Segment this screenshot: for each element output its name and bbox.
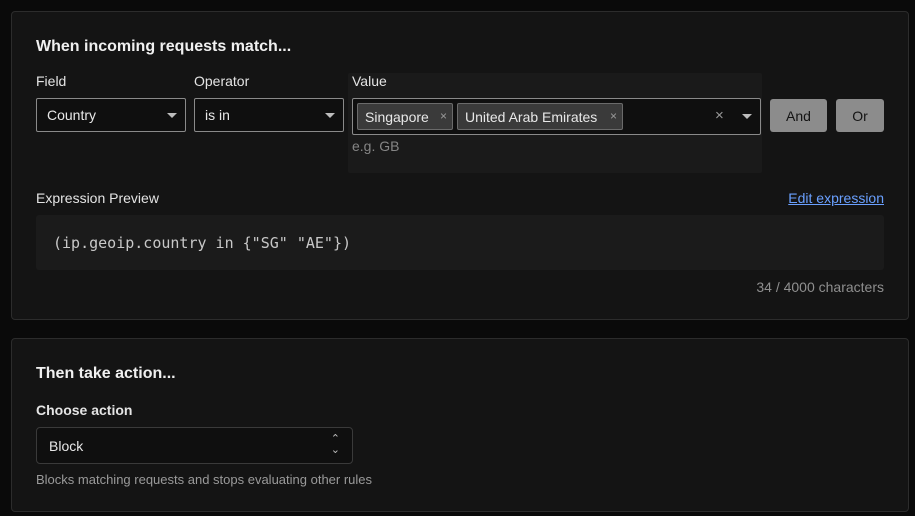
operator-select-value: is in (205, 107, 230, 123)
value-chip-label: United Arab Emirates (465, 108, 598, 125)
character-count: 34 / 4000 characters (756, 279, 884, 295)
field-label: Field (36, 73, 67, 89)
edit-expression-link[interactable]: Edit expression (788, 190, 884, 206)
or-button[interactable]: Or (836, 99, 884, 132)
value-placeholder-hint: e.g. GB (352, 138, 400, 154)
action-section: Then take action... Choose action Block … (11, 338, 909, 512)
chevron-down-icon (167, 113, 177, 118)
chip-remove-icon[interactable]: × (610, 109, 617, 123)
match-section: When incoming requests match... Field Op… (11, 11, 909, 320)
and-button[interactable]: And (770, 99, 827, 132)
expression-text: (ip.geoip.country in {"SG" "AE"}) (53, 233, 352, 252)
value-chip: United Arab Emirates × (457, 103, 623, 130)
choose-action-label: Choose action (36, 402, 133, 418)
action-select-value: Block (49, 437, 84, 454)
field-select-value: Country (47, 107, 97, 123)
match-heading: When incoming requests match... (36, 38, 292, 55)
action-heading: Then take action... (36, 365, 176, 382)
clear-icon[interactable]: × (715, 107, 724, 124)
value-chip-label: Singapore (365, 108, 429, 125)
operator-label: Operator (194, 73, 250, 89)
action-description: Blocks matching requests and stops evalu… (36, 472, 373, 487)
expression-preview-label: Expression Preview (36, 190, 159, 206)
chip-remove-icon[interactable]: × (440, 109, 447, 123)
value-multiselect[interactable]: Singapore × United Arab Emirates × × (352, 98, 761, 135)
chevron-up-down-icon: ⌃ ⌄ (330, 433, 340, 456)
action-select[interactable]: Block ⌃ ⌄ (36, 427, 353, 464)
operator-select[interactable]: is in (194, 98, 344, 132)
value-chip: Singapore × (357, 103, 453, 130)
value-label: Value (352, 73, 387, 89)
chevron-down-icon[interactable] (742, 114, 752, 119)
field-select[interactable]: Country (36, 98, 186, 132)
chevron-down-icon (325, 113, 335, 118)
expression-preview: (ip.geoip.country in {"SG" "AE"}) (36, 215, 884, 270)
